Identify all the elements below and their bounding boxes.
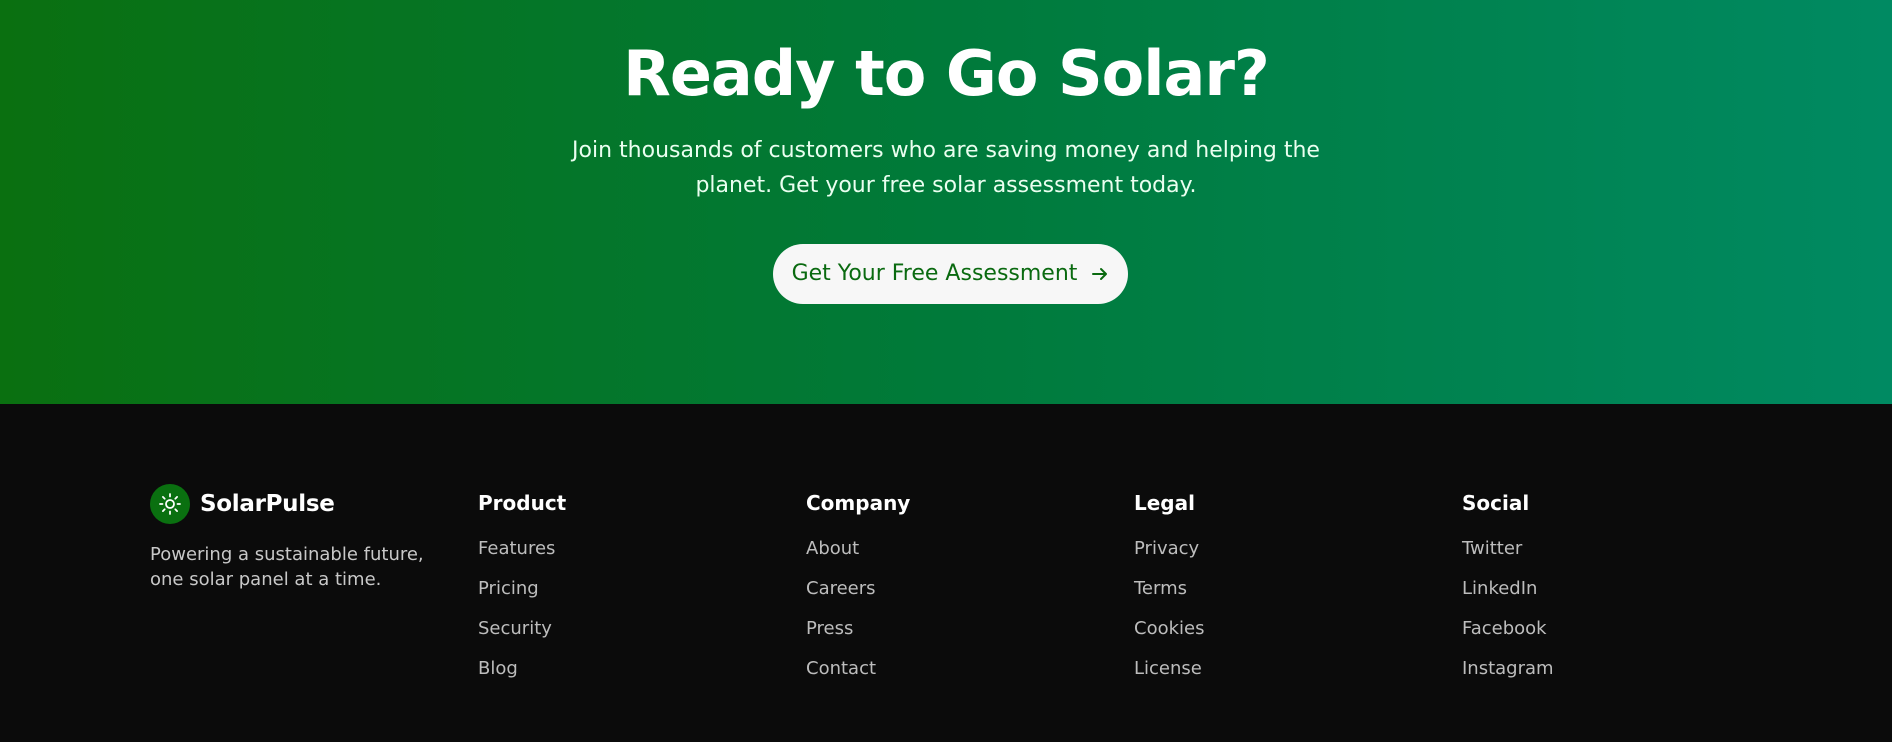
footer-link-privacy[interactable]: Privacy [1134, 537, 1394, 561]
cta-subtitle: Join thousands of customers who are savi… [572, 138, 1320, 198]
footer-link-security[interactable]: Security [478, 617, 738, 641]
site-footer: SolarPulse Powering a sustainable future… [0, 404, 1892, 742]
cta-title: Ready to Go Solar? [623, 37, 1270, 110]
footer-link-terms[interactable]: Terms [1134, 577, 1394, 601]
column-title: Social [1462, 491, 1530, 515]
footer-link-press[interactable]: Press [806, 617, 1066, 641]
footer-column-company: Company About Careers Press Contact [806, 487, 1066, 697]
brand-tagline: Powering a sustainable future, one solar… [150, 544, 424, 590]
footer-column-product: Product Features Pricing Security Blog [478, 487, 738, 697]
footer-link-blog[interactable]: Blog [478, 657, 738, 681]
footer-link-twitter[interactable]: Twitter [1462, 537, 1722, 561]
footer-link-facebook[interactable]: Facebook [1462, 617, 1722, 641]
footer-column-social: Social Twitter LinkedIn Facebook Instagr… [1462, 487, 1722, 697]
footer-link-cookies[interactable]: Cookies [1134, 617, 1394, 641]
brand-logo-link[interactable]: SolarPulse [150, 484, 440, 524]
footer-link-careers[interactable]: Careers [806, 577, 1066, 601]
footer-link-contact[interactable]: Contact [806, 657, 1066, 681]
footer-link-license[interactable]: License [1134, 657, 1394, 681]
footer-link-instagram[interactable]: Instagram [1462, 657, 1722, 681]
footer-link-features[interactable]: Features [478, 537, 738, 561]
sun-icon [150, 484, 190, 524]
arrow-right-icon [1092, 268, 1108, 280]
column-title: Company [806, 491, 911, 515]
column-title: Legal [1134, 491, 1195, 515]
brand-name: SolarPulse [200, 491, 335, 517]
column-title: Product [478, 491, 567, 515]
free-assessment-button[interactable]: Get Your Free Assessment [773, 244, 1128, 304]
free-assessment-button-label: Get Your Free Assessment [791, 261, 1078, 286]
footer-link-pricing[interactable]: Pricing [478, 577, 738, 601]
cta-section: Ready to Go Solar? Join thousands of cus… [0, 0, 1892, 404]
footer-link-linkedin[interactable]: LinkedIn [1462, 577, 1722, 601]
footer-brand: SolarPulse Powering a sustainable future… [150, 484, 440, 592]
footer-link-about[interactable]: About [806, 537, 1066, 561]
footer-column-legal: Legal Privacy Terms Cookies License [1134, 487, 1394, 697]
